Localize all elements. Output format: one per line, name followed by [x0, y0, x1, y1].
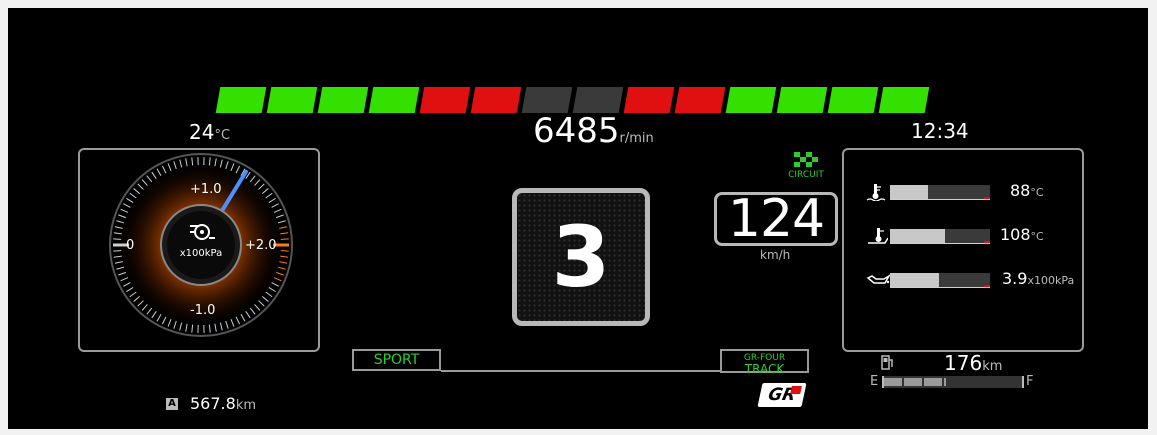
outside-temp-unit: °C [214, 128, 231, 143]
range-value: 176 [944, 351, 983, 375]
tach-segment [878, 87, 930, 113]
mode-divider-line [441, 370, 720, 372]
tach-segment [317, 87, 369, 113]
indicator-bar-fill [890, 229, 945, 243]
boost-unit: x100kPa [179, 248, 223, 259]
indicator-row: 108°C [844, 224, 1084, 248]
circuit-mode-badge: CIRCUIT [784, 152, 828, 184]
tach-segment [521, 87, 573, 113]
indicator-row: 3.9x100kPa [844, 268, 1084, 292]
indicator-number: 108 [1000, 225, 1031, 244]
indicator-scale [890, 199, 990, 200]
indicator-unit: °C [1030, 230, 1044, 243]
checkered-flag-icon [794, 152, 818, 167]
tach-segment [674, 87, 726, 113]
speed-unit: km/h [760, 248, 791, 262]
rpm-value: 6485 [533, 111, 620, 151]
speedometer: 124 [714, 189, 838, 249]
tach-segment [470, 87, 522, 113]
gear-indicator: 3 [512, 188, 650, 326]
tach-segment [725, 87, 777, 113]
trip-label: A [166, 398, 178, 410]
indicator-bar-fill [890, 185, 928, 199]
fuel-gauge [882, 376, 1024, 388]
indicator-row: 88°C [844, 180, 1084, 204]
rpm-unit: r/min [619, 131, 654, 146]
circuit-label: CIRCUIT [788, 170, 824, 180]
gr-logo: GR [757, 383, 807, 407]
vehicle-indicators-panel: 88°C 108°C 3.9x100kPa [842, 148, 1084, 352]
boost-gauge-panel: +1.0 0 +2.0 -1.0 x100kPa [78, 148, 320, 352]
outside-temperature: 24°C [189, 120, 230, 144]
indicator-scale [890, 287, 990, 288]
tach-segment [215, 87, 267, 113]
boost-tick-top: +1.0 [190, 182, 222, 197]
boost-tick-bottom: -1.0 [190, 303, 216, 318]
range-readout: 176km [944, 351, 1002, 375]
trip-readout: 567.8km [190, 394, 256, 413]
gauge-tick [280, 238, 289, 240]
oil-temp-icon [866, 227, 889, 249]
indicator-scale [890, 243, 990, 244]
tach-segment [419, 87, 471, 113]
fuel-empty-label: E [870, 374, 879, 389]
coolant-temp-icon [866, 183, 886, 205]
indicator-bar [890, 229, 990, 243]
awd-mode-line2: TRACK [744, 362, 785, 376]
indicator-number: 88 [1010, 181, 1031, 200]
fuel-level-fill [884, 378, 947, 386]
trip-value: 567.8 [190, 394, 236, 413]
boost-tick-left: 0 [126, 238, 135, 253]
rpm-readout: 6485r/min [533, 111, 654, 151]
indicator-bar [890, 273, 990, 287]
oil-pressure-icon [866, 271, 892, 290]
indicator-number: 3.9 [1002, 269, 1028, 288]
fuel-pump-icon [880, 353, 894, 371]
indicator-unit: x100kPa [1027, 274, 1075, 287]
drive-mode-indicator: SPORT [352, 349, 441, 371]
tach-segment [266, 87, 318, 113]
gauge-tick [113, 238, 122, 240]
outside-temp-value: 24 [189, 120, 215, 144]
indicator-bar-fill [890, 273, 939, 287]
range-unit: km [982, 359, 1003, 374]
boost-tick-right: +2.0 [245, 238, 277, 253]
turbo-icon [187, 222, 217, 242]
tach-segment [572, 87, 624, 113]
awd-mode-indicator: GR-FOUR TRACK [720, 349, 809, 376]
speed-value: 124 [727, 189, 825, 249]
gr-logo-accent [790, 386, 802, 394]
trip-unit: km [235, 398, 257, 413]
gauge-tick [280, 250, 289, 252]
tachometer-bar [215, 87, 943, 113]
indicator-bar [890, 185, 990, 199]
indicator-unit: °C [1030, 186, 1044, 199]
tach-segment [827, 87, 879, 113]
tach-segment [623, 87, 675, 113]
gauge-tick [113, 250, 122, 252]
indicator-value: 88°C [1010, 181, 1044, 200]
indicator-value: 108°C [1000, 225, 1044, 244]
indicator-value: 3.9x100kPa [1002, 269, 1074, 288]
instrument-cluster: 24°C 6485r/min 12:34 +1.0 0 +2.0 -1.0 x1… [8, 8, 1148, 429]
tach-segment [368, 87, 420, 113]
gear-value: 3 [551, 208, 611, 306]
clock: 12:34 [911, 119, 969, 143]
tach-segment [776, 87, 828, 113]
fuel-full-label: F [1026, 374, 1034, 389]
